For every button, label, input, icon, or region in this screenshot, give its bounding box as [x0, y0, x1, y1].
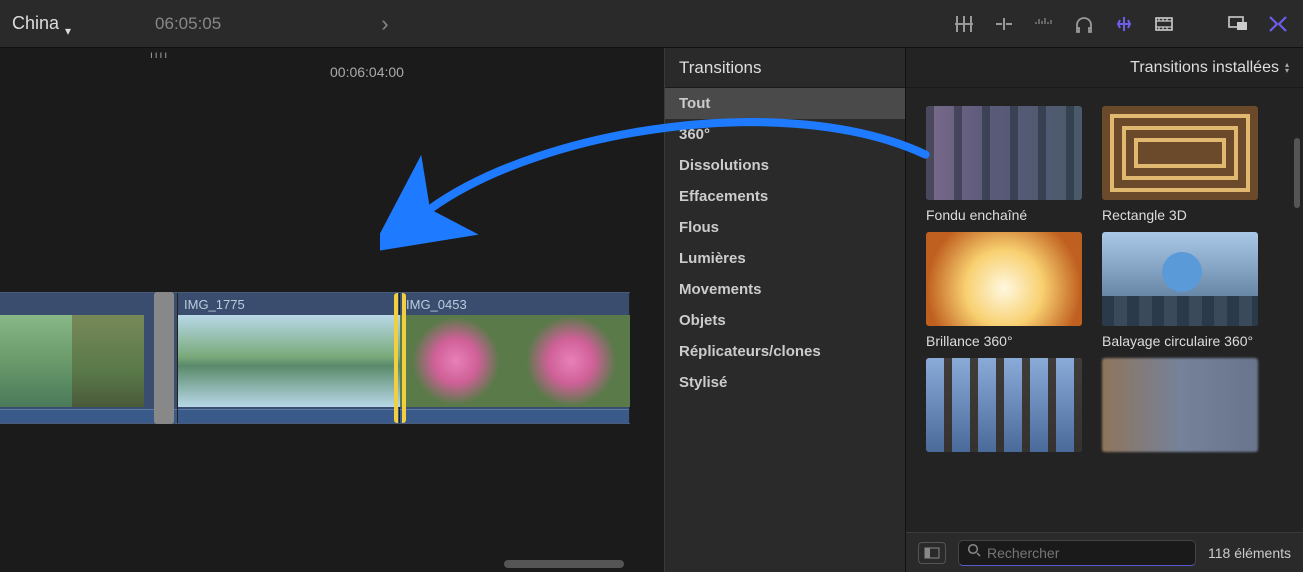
- clip-label: IMG_0453: [406, 297, 467, 312]
- item-count: 118 éléments: [1208, 545, 1291, 561]
- browser-scrollbar[interactable]: [1294, 138, 1300, 208]
- category-item-360[interactable]: 360°: [665, 119, 905, 150]
- top-toolbar: China 06:05:05 ›: [0, 0, 1303, 48]
- transition-item[interactable]: Fondu enchaîné: [926, 106, 1082, 224]
- category-item-objects[interactable]: Objets: [665, 305, 905, 336]
- ruler-ticks: ıııı: [150, 50, 169, 61]
- skip-forward-icon[interactable]: ›: [381, 11, 388, 37]
- transition-item[interactable]: Balayage circulaire 360°: [1102, 232, 1258, 350]
- timeline-ruler[interactable]: ıııı 00:06:04:00: [0, 48, 664, 84]
- transition-item[interactable]: Rectangle 3D: [1102, 106, 1258, 224]
- transition-thumbnail: [926, 358, 1082, 452]
- browser-toolbar: 118 éléments: [906, 532, 1303, 572]
- transition-label: Brillance 360°: [926, 332, 1082, 350]
- ruler-timecode: 00:06:04:00: [330, 64, 404, 80]
- timeline-clip[interactable]: IMG_1775: [178, 293, 400, 423]
- timeline-clip[interactable]: [0, 293, 178, 423]
- clip-label: IMG_1775: [184, 297, 245, 312]
- transition-thumbnail: [1102, 106, 1258, 200]
- transition-item[interactable]: [926, 358, 1082, 458]
- transition-label: Fondu enchaîné: [926, 206, 1082, 224]
- filmstrip-icon[interactable]: [1151, 11, 1177, 37]
- category-list: Tout 360° Dissolutions Effacements Flous…: [665, 88, 905, 572]
- transition-thumbnail: [1102, 232, 1258, 326]
- transition-thumbnail: [926, 232, 1082, 326]
- panel-header: Transitions: [665, 48, 905, 88]
- skimming-icon[interactable]: [991, 11, 1017, 37]
- second-display-icon[interactable]: [1225, 11, 1251, 37]
- project-name: China: [12, 13, 59, 34]
- clip-thumbnail: [512, 315, 630, 407]
- headphones-icon[interactable]: [1071, 11, 1097, 37]
- edit-point-marker[interactable]: [394, 293, 406, 423]
- transition-thumbnail: [926, 106, 1082, 200]
- transition-thumbnail: [1102, 358, 1258, 452]
- audio-strip: [400, 409, 629, 423]
- search-box[interactable]: [958, 540, 1196, 566]
- toolbar-right: [951, 11, 1291, 37]
- category-item-all[interactable]: Tout: [665, 88, 905, 119]
- library-label: Transitions installées: [1130, 59, 1279, 77]
- index-icon[interactable]: [951, 11, 977, 37]
- playhead-handle[interactable]: [154, 292, 174, 424]
- library-select[interactable]: Transitions installées ▴▾: [1130, 59, 1289, 77]
- transitions-browser: Transitions installées ▴▾ Fondu enchaîné…: [906, 48, 1303, 572]
- clip-thumbnail: [178, 315, 288, 407]
- transition-label: Rectangle 3D: [1102, 206, 1258, 224]
- view-toggle-button[interactable]: [918, 542, 946, 564]
- category-item-stylized[interactable]: Stylisé: [665, 367, 905, 398]
- transitions-grid: Fondu enchaîné Rectangle 3D Brillance 36…: [906, 88, 1303, 532]
- timeline-area[interactable]: ıııı 00:06:04:00 IMG_1775 IMG_0453: [0, 48, 664, 572]
- clip-thumbnail: [72, 315, 144, 407]
- toolbar-left: China 06:05:05 ›: [12, 11, 389, 37]
- audio-strip: [0, 409, 177, 423]
- chevron-updown-icon: ▴▾: [1285, 62, 1289, 74]
- clip-thumbnail: [400, 315, 512, 407]
- project-select[interactable]: China: [12, 13, 75, 34]
- category-item-lights[interactable]: Lumières: [665, 243, 905, 274]
- category-item-movements[interactable]: Movements: [665, 274, 905, 305]
- timeline-track[interactable]: IMG_1775 IMG_0453: [0, 292, 630, 424]
- browser-header: Transitions installées ▴▾: [906, 48, 1303, 88]
- transition-item[interactable]: [1102, 358, 1258, 458]
- timeline-clip[interactable]: IMG_0453: [400, 293, 630, 423]
- clip-thumbnail: [0, 315, 72, 407]
- search-icon: [967, 543, 981, 562]
- audio-waveform-icon[interactable]: [1031, 11, 1057, 37]
- chevron-down-icon: [65, 19, 75, 29]
- audio-strip: [178, 409, 399, 423]
- content-area: ıııı 00:06:04:00 IMG_1775 IMG_0453: [0, 48, 1303, 572]
- timeline-scrollbar[interactable]: [504, 560, 624, 568]
- category-item-dissolves[interactable]: Dissolutions: [665, 150, 905, 181]
- transition-label: Balayage circulaire 360°: [1102, 332, 1258, 350]
- fullscreen-icon[interactable]: [1265, 11, 1291, 37]
- category-item-replicators[interactable]: Réplicateurs/clones: [665, 336, 905, 367]
- category-item-blurs[interactable]: Flous: [665, 212, 905, 243]
- snapping-icon[interactable]: [1111, 11, 1137, 37]
- search-input[interactable]: [987, 545, 1187, 561]
- panel-title: Transitions: [679, 58, 762, 78]
- transition-item[interactable]: Brillance 360°: [926, 232, 1082, 350]
- timecode-display[interactable]: 06:05:05: [155, 14, 221, 34]
- clip-thumbnail: [288, 315, 400, 407]
- category-item-wipes[interactable]: Effacements: [665, 181, 905, 212]
- transitions-category-panel: Transitions Tout 360° Dissolutions Effac…: [664, 48, 906, 572]
